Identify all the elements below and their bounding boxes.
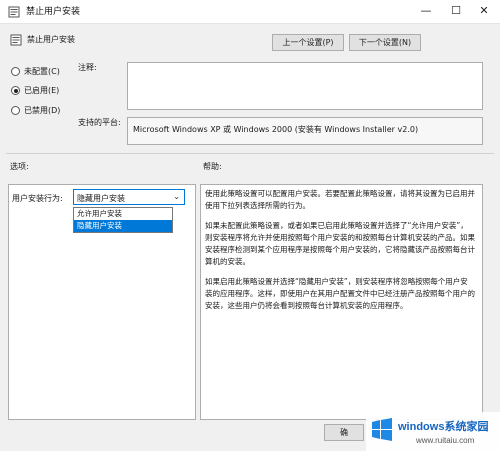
radio-enabled[interactable]: 已启用(E) <box>11 85 59 96</box>
dropdown-list: 允许用户安装 隐藏用户安装 <box>73 207 173 233</box>
platform-label: 支持的平台: <box>78 118 121 127</box>
watermark: windows系统家园 www.ruitaiu.com <box>366 412 500 451</box>
radio-not-configured[interactable]: 未配置(C) <box>11 66 60 77</box>
help-text: 使用此策略设置可以配置用户安装。若要配置此策略设置，请将其设置为已启用并使用下拉… <box>205 188 475 320</box>
minimize-button[interactable]: — <box>412 2 440 20</box>
radio-circle[interactable] <box>11 86 20 95</box>
section-divider <box>6 153 494 154</box>
close-button[interactable]: ✕ <box>470 2 498 20</box>
radio-circle[interactable] <box>11 67 20 76</box>
next-setting-button[interactable]: 下一个设置(N) <box>349 34 421 51</box>
watermark-title: windows系统家园 <box>398 421 489 433</box>
options-label: 选项: <box>10 162 29 171</box>
user-install-label: 用户安装行为: <box>12 194 63 203</box>
chevron-down-icon: ⌄ <box>173 192 180 201</box>
ok-button[interactable]: 确 <box>324 424 364 441</box>
options-pane: 用户安装行为: 隐藏用户安装 ⌄ 允许用户安装 隐藏用户安装 <box>8 184 196 420</box>
comment-label: 注释: <box>78 63 97 72</box>
radio-label: 已启用(E) <box>24 86 60 95</box>
policy-title: 禁止用户安装 <box>27 35 75 44</box>
radio-label: 已禁用(D) <box>24 106 61 115</box>
help-pane: 使用此策略设置可以配置用户安装。若要配置此策略设置，请将其设置为已启用并使用下拉… <box>200 184 483 420</box>
comment-textarea[interactable] <box>127 62 483 110</box>
help-paragraph: 使用此策略设置可以配置用户安装。若要配置此策略设置，请将其设置为已启用并使用下拉… <box>205 189 475 210</box>
policy-setting-icon <box>10 34 22 46</box>
radio-disabled[interactable]: 已禁用(D) <box>11 105 60 116</box>
policy-window-icon <box>8 6 20 18</box>
help-paragraph: 如果启用此策略设置并选择“隐藏用户安装”，则安装程序将忽略按照每个用户安装的应用… <box>205 277 475 310</box>
maximize-button[interactable]: ☐ <box>442 2 470 20</box>
help-paragraph: 如果未配置此策略设置，或者如果已启用此策略设置并选择了“允许用户安装”，则安装程… <box>205 221 475 266</box>
help-label: 帮助: <box>203 162 222 171</box>
windows-logo-icon <box>372 418 392 441</box>
previous-setting-button[interactable]: 上一个设置(P) <box>272 34 344 51</box>
radio-label: 未配置(C) <box>24 67 60 76</box>
radio-circle[interactable] <box>11 106 20 115</box>
watermark-url: www.ruitaiu.com <box>416 436 475 445</box>
dropdown-option-allow[interactable]: 允许用户安装 <box>74 208 172 220</box>
title-bar: 禁止用户安装 — ☐ ✕ <box>0 0 500 24</box>
platform-value: Microsoft Windows XP 或 Windows 2000 (安装有… <box>127 117 483 145</box>
dropdown-option-hide[interactable]: 隐藏用户安装 <box>74 220 172 232</box>
window-title: 禁止用户安装 <box>26 7 81 17</box>
dropdown-selected-value: 隐藏用户安装 <box>77 194 125 203</box>
user-install-dropdown[interactable]: 隐藏用户安装 ⌄ <box>73 189 185 205</box>
